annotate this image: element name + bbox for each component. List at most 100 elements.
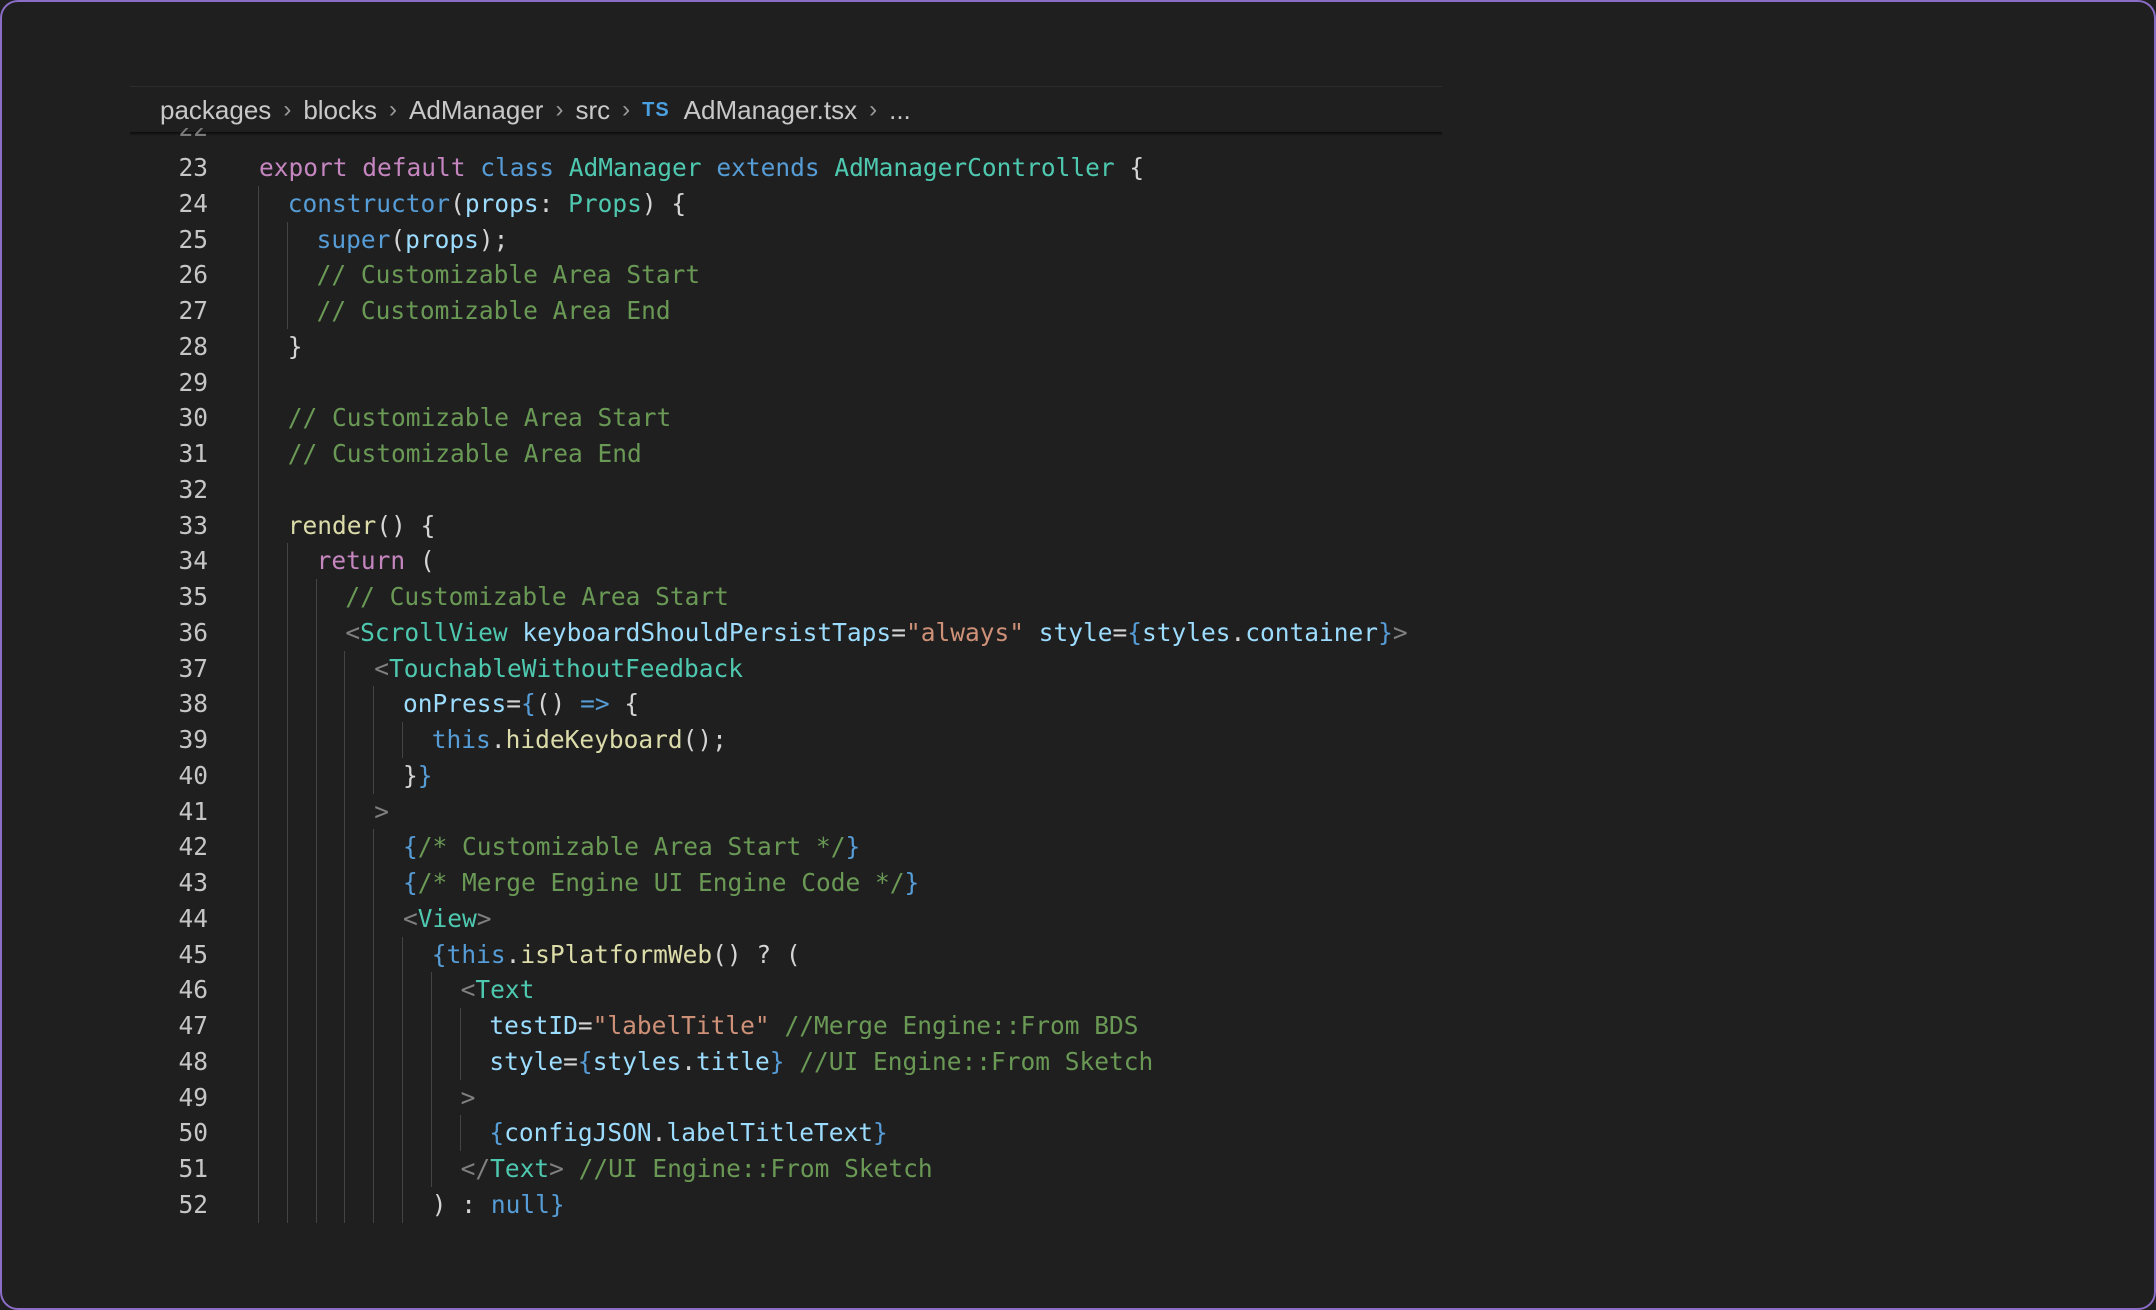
code-text: export default class AdManager extends A… — [259, 150, 1144, 186]
code-line[interactable]: 41 > — [2, 793, 1502, 830]
indent-guide — [315, 972, 317, 1009]
indent-guide — [258, 1151, 259, 1187]
code-line[interactable]: 50 {configJSON.labelTitleText} — [2, 1115, 1502, 1152]
code-line[interactable]: 26 // Customizable Area Start — [2, 257, 1502, 294]
code-token: { — [403, 832, 418, 862]
code-line[interactable]: 40}} — [2, 757, 1502, 794]
indent-guide — [286, 757, 288, 794]
line-number: 47 — [178, 1011, 208, 1040]
code-text: <ScrollView keyboardShouldPersistTaps="a… — [345, 615, 1407, 651]
indent-guide — [430, 1043, 432, 1080]
code-text: ) : null} — [432, 1187, 565, 1223]
indent-guide — [258, 1043, 259, 1080]
indent-guide — [373, 1079, 375, 1116]
chevron-right-icon: › — [869, 96, 878, 123]
code-line[interactable]: 37 <TouchableWithoutFeedback — [2, 650, 1502, 687]
code-line[interactable]: 51 </Text> //UI Engine::From Sketch — [2, 1151, 1502, 1187]
indent-guide — [258, 900, 259, 937]
code-token: isPlatformWeb — [520, 939, 713, 969]
indent-guide — [373, 1186, 375, 1223]
code-line[interactable]: 25 super(props); — [2, 221, 1502, 258]
code-line[interactable]: 49 > — [2, 1079, 1502, 1116]
code-line[interactable]: 29 — [2, 364, 1502, 401]
code-line[interactable]: 47 testID="labelTitle" //Merge Engine::Fr… — [2, 1008, 1502, 1044]
line-number: 23 — [178, 153, 208, 182]
code-token: // Customizable Area Start — [316, 260, 701, 290]
code-text: {/* Customizable Area Start */} — [403, 829, 860, 865]
code-line[interactable]: 52) : null} — [2, 1186, 1502, 1223]
indent-guide — [344, 1043, 346, 1080]
code-line[interactable]: 36 <ScrollView keyboardShouldPersistTaps=… — [2, 614, 1502, 651]
breadcrumb-item-admanager[interactable]: AdManager — [409, 95, 543, 126]
indent-guide — [286, 543, 288, 580]
code-line[interactable]: 33 render() { — [2, 507, 1502, 544]
indent-guide — [344, 686, 346, 723]
code-token: { — [1129, 153, 1145, 182]
indent-guide — [258, 221, 259, 258]
breadcrumb-item-file[interactable]: AdManager.tsx — [684, 95, 857, 126]
code-token: keyboardShouldPersistTaps — [522, 617, 892, 647]
code-text: </Text> //UI Engine::From Sketch — [461, 1151, 933, 1187]
code-line[interactable]: 27 // Customizable Area End — [2, 293, 1502, 329]
code-line[interactable]: 35 // Customizable Area Start — [2, 579, 1502, 615]
code-token: { — [431, 939, 447, 969]
code-line[interactable]: 39 this.hideKeyboard(); — [2, 722, 1502, 758]
code-line[interactable]: 32 — [2, 471, 1502, 508]
code-token: } — [845, 832, 861, 862]
code-line[interactable]: 48 style={styles.title} //UI Engine::From… — [2, 1043, 1502, 1080]
code-line[interactable]: 46 <Text — [2, 972, 1502, 1009]
code-token: configJSON — [504, 1118, 652, 1148]
code-line[interactable]: 30 // Customizable Area Start — [2, 400, 1502, 437]
code-line[interactable]: 43 {/* Merge Engine UI Engine Code */} — [2, 865, 1502, 901]
indent-guide — [286, 722, 288, 758]
code-line[interactable]: 45 {this.isPlatformWeb() ? ( — [2, 936, 1502, 973]
code-token: : — [538, 188, 569, 218]
line-number: 31 — [178, 439, 208, 468]
indent-guide — [258, 1186, 259, 1223]
breadcrumb-item-src[interactable]: src — [575, 95, 610, 126]
code-token: constructor — [287, 188, 451, 218]
line-number: 25 — [178, 224, 208, 254]
line-number: 50 — [178, 1118, 208, 1148]
code-token: () — [535, 689, 581, 719]
code-text: return ( — [317, 543, 435, 579]
code-line[interactable]: 23 export default class AdManager extends… — [2, 150, 1502, 186]
indent-guide — [373, 829, 375, 866]
breadcrumb-item-packages[interactable]: packages — [160, 95, 271, 126]
code-line[interactable]: 44 <View> — [2, 900, 1502, 937]
indent-guide — [315, 579, 317, 615]
indent-guide — [430, 1079, 432, 1116]
indent-guide — [258, 579, 259, 615]
line-number: 44 — [178, 903, 208, 933]
line-number: 46 — [178, 975, 208, 1005]
code-token: . — [681, 1046, 696, 1076]
breadcrumb-item-blocks[interactable]: blocks — [303, 95, 377, 126]
code-token: // Customizable Area End — [316, 296, 671, 325]
code-line[interactable]: 28} — [2, 328, 1502, 365]
line-number: 30 — [178, 403, 208, 433]
editor-window: packages › blocks › AdManager › src › TS… — [0, 0, 2156, 1310]
code-line[interactable]: 31 // Customizable Area End — [2, 436, 1502, 472]
indent-guide — [373, 900, 375, 937]
indent-guide — [258, 185, 259, 222]
code-token: return — [316, 546, 420, 576]
indent-guide — [315, 793, 317, 830]
code-token: </ — [460, 1154, 491, 1183]
indent-guide — [373, 1043, 375, 1080]
code-line[interactable]: 34 return ( — [2, 543, 1502, 580]
code-token: { — [624, 689, 640, 719]
indent-guide — [315, 1186, 317, 1223]
code-line[interactable]: 42 {/* Customizable Area Start */} — [2, 829, 1502, 866]
indent-guide — [459, 1008, 461, 1044]
indent-guide — [258, 829, 259, 866]
indent-guide — [315, 900, 317, 937]
code-token: Props — [568, 188, 642, 218]
indent-guide — [402, 936, 403, 973]
code-line[interactable]: 24 constructor(props: Props) { — [2, 185, 1502, 222]
code-token: Text — [475, 975, 535, 1005]
code-line[interactable]: 38 onPress={() => { — [2, 686, 1502, 723]
indent-guide — [344, 1186, 346, 1223]
code-token: props — [405, 224, 479, 254]
breadcrumb-symbol-ellipsis[interactable]: ... — [889, 95, 911, 126]
indent-guide — [344, 972, 346, 1009]
